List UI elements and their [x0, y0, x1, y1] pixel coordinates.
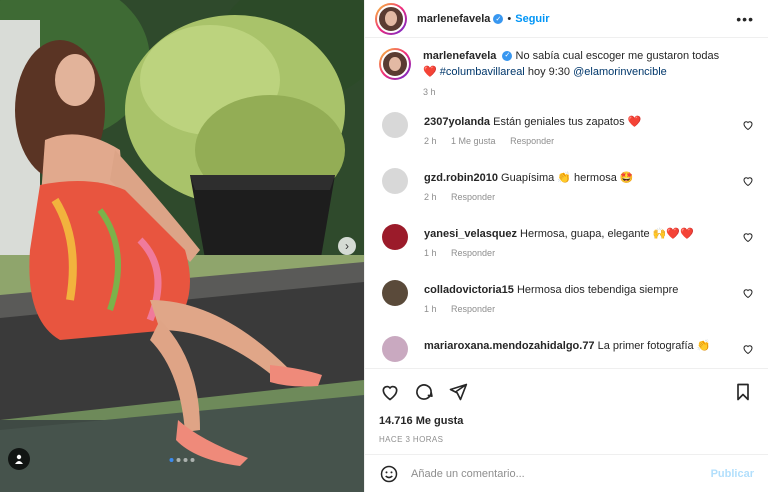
comment-age: 1 h — [424, 248, 437, 258]
comment-button[interactable] — [413, 381, 435, 403]
reply-button[interactable]: Responder — [510, 136, 554, 146]
commenter-avatar[interactable] — [382, 336, 408, 362]
comment-item: gzd.robin2010 Guapísima 👏 hermosa 🤩 2 h … — [379, 168, 754, 205]
author-username[interactable]: marlenefavela — [417, 13, 490, 25]
chevron-right-icon: › — [345, 239, 349, 253]
caption-username[interactable]: marlenefavela — [423, 50, 496, 62]
author-avatar[interactable] — [375, 2, 407, 35]
comment-text: Están geniales tus zapatos ❤️ — [493, 116, 642, 128]
commenter-avatar[interactable] — [382, 224, 408, 250]
comment-likes[interactable]: 1 Me gusta — [451, 136, 496, 146]
carousel-dot — [169, 458, 174, 462]
comment-item: colladovictoria15 Hermosa dios tebendiga… — [379, 280, 754, 317]
carousel-dot — [190, 458, 195, 462]
carousel-dot — [183, 458, 188, 462]
next-slide-button[interactable]: › — [338, 237, 356, 255]
verified-icon: ✓ — [502, 51, 513, 62]
post-panel: marlenefavela ✓ • Seguir ••• marlenefave… — [364, 0, 768, 492]
tagged-users-button[interactable] — [8, 448, 30, 470]
photo-scene — [0, 0, 364, 492]
share-button[interactable] — [447, 381, 469, 403]
send-icon — [449, 383, 468, 401]
heart-outline-icon[interactable] — [742, 231, 754, 243]
post-image[interactable]: › — [0, 0, 364, 492]
comment-username[interactable]: 2307yolanda — [424, 116, 490, 128]
post-caption: marlenefavela ✓ No sabía cual escoger me… — [379, 48, 754, 100]
emoji-icon[interactable] — [379, 464, 399, 484]
comment-text: Hermosa dios tebendiga siempre — [516, 284, 679, 296]
caption-hashtag[interactable]: #columbavillareal — [440, 66, 525, 78]
reply-button[interactable]: Responder — [451, 192, 495, 202]
reply-button[interactable]: Responder — [451, 248, 495, 258]
commenter-avatar[interactable] — [382, 168, 408, 194]
like-button[interactable] — [379, 381, 401, 403]
heart-outline-icon[interactable] — [742, 175, 754, 187]
likes-count[interactable]: 14.716 Me gusta — [379, 415, 754, 427]
save-button[interactable] — [732, 381, 754, 403]
caption-text: No sabía cual escoger me gustaron todas — [515, 50, 720, 62]
caption-heart: ❤️ — [423, 66, 437, 78]
comment-item: yanesi_velasquez Hermosa, guapa, elegant… — [379, 224, 754, 261]
heart-outline-icon[interactable] — [742, 287, 754, 299]
verified-icon: ✓ — [493, 13, 504, 24]
instagram-post: › marlenefavela ✓ • Seguir ••• marlenefa… — [0, 0, 768, 492]
carousel-dot — [176, 458, 181, 462]
caption-text2: hoy 9:30 — [527, 66, 571, 78]
publish-button[interactable]: Publicar — [711, 468, 754, 480]
comment-text: La primer fotografía 👏 — [597, 340, 711, 352]
post-header: marlenefavela ✓ • Seguir ••• — [365, 0, 768, 38]
heart-icon — [382, 385, 398, 401]
comment-icon — [416, 384, 433, 400]
post-time: HACE 3 HORAS — [379, 435, 444, 444]
caption-mention[interactable]: @elamorinvencible — [573, 66, 667, 78]
comment-item: mariaroxana.mendozahidalgo.77 La primer … — [379, 336, 754, 362]
commenter-avatar[interactable] — [382, 112, 408, 138]
comment-input[interactable] — [411, 467, 711, 480]
comment-age: 2 h — [424, 192, 437, 202]
comment-username[interactable]: yanesi_velasquez — [424, 228, 517, 240]
reply-button[interactable]: Responder — [451, 304, 495, 314]
user-icon — [15, 454, 23, 464]
bookmark-icon — [737, 383, 749, 401]
comments-list[interactable]: marlenefavela ✓ No sabía cual escoger me… — [365, 38, 768, 368]
comment-text: Guapísima 👏 hermosa 🤩 — [501, 172, 634, 184]
heart-outline-icon[interactable] — [742, 343, 754, 355]
comment-age: 2 h — [424, 136, 437, 146]
comment-username[interactable]: gzd.robin2010 — [424, 172, 498, 184]
post-actions: 14.716 Me gusta HACE 3 HORAS — [365, 368, 768, 444]
follow-button[interactable]: Seguir — [515, 13, 549, 25]
heart-outline-icon[interactable] — [742, 119, 754, 131]
comment-text: Hermosa, guapa, elegante 🙌❤️❤️ — [520, 228, 694, 240]
commenter-avatar[interactable] — [382, 280, 408, 306]
carousel-indicator — [169, 458, 195, 462]
more-horizontal-icon[interactable]: ••• — [736, 11, 754, 27]
caption-age: 3 h — [423, 87, 436, 97]
separator-dot: • — [507, 12, 512, 25]
comment-age: 1 h — [424, 304, 437, 314]
comment-username[interactable]: mariaroxana.mendozahidalgo.77 — [424, 340, 595, 352]
add-comment-bar: Publicar — [365, 454, 768, 492]
comment-item: 2307yolanda Están geniales tus zapatos ❤… — [379, 112, 754, 149]
caption-avatar[interactable] — [379, 48, 411, 80]
comment-username[interactable]: colladovictoria15 — [424, 284, 514, 296]
